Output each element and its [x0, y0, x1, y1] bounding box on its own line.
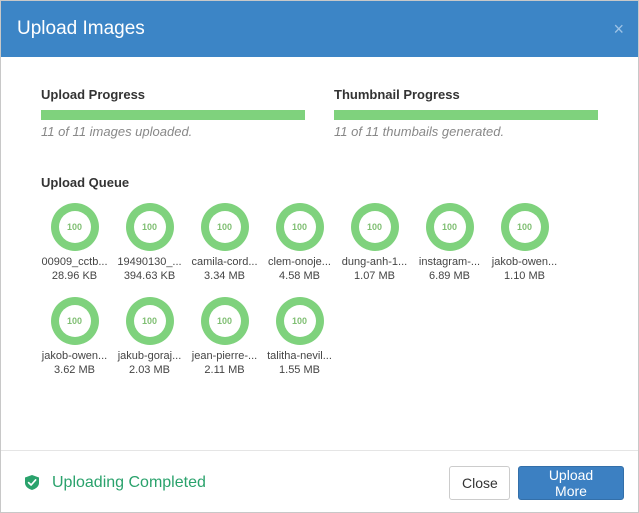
progress-ring: 100: [275, 297, 324, 345]
progress-ring-percent: 100: [58, 305, 91, 337]
file-size: 2.11 MB: [204, 364, 245, 376]
upload-queue-label: Upload Queue: [41, 175, 130, 190]
progress-ring-percent: 100: [508, 211, 541, 243]
file-size: 2.03 MB: [129, 364, 170, 376]
queue-item: 100 jakob-owen... 3.62 MB: [37, 297, 112, 376]
queue-item: 100 jean-pierre-... 2.11 MB: [187, 297, 262, 376]
file-name: camila-cord...: [191, 256, 258, 268]
file-size: 394.63 KB: [123, 270, 176, 282]
file-name: talitha-nevil...: [267, 350, 332, 362]
upload-progress-bar: [41, 110, 305, 120]
progress-ring: 100: [125, 297, 174, 345]
file-size: 1.07 MB: [354, 270, 395, 282]
progress-ring-percent: 100: [133, 305, 166, 337]
upload-more-button[interactable]: Upload More: [518, 465, 624, 500]
file-name: 19490130_...: [117, 256, 182, 268]
file-name: jakub-goraj...: [117, 350, 182, 362]
progress-ring: 100: [200, 297, 249, 345]
dialog-title: Upload Images: [17, 18, 145, 39]
queue-item: 100 19490130_... 394.63 KB: [112, 203, 187, 282]
dialog-footer: Uploading Completed Close Upload More: [1, 450, 638, 512]
progress-ring: 100: [350, 203, 399, 251]
file-name: jean-pierre-...: [191, 350, 258, 362]
progress-ring: 100: [200, 203, 249, 251]
upload-status-text: Uploading Completed: [52, 473, 206, 491]
thumbnail-progress-fill: [334, 110, 598, 120]
upload-queue: 100 00909_cctb... 28.96 KB 100 19490130_... 3…: [37, 203, 597, 391]
queue-item: 100 dung-anh-1... 1.07 MB: [337, 203, 412, 282]
queue-item: 100 clem-onoje... 4.58 MB: [262, 203, 337, 282]
progress-ring: 100: [275, 203, 324, 251]
upload-images-dialog: Upload Images × Upload Progress 11 of 11…: [0, 0, 639, 513]
upload-progress-text: 11 of 11 images uploaded.: [41, 124, 193, 139]
file-size: 28.96 KB: [51, 270, 98, 282]
file-name: 00909_cctb...: [41, 256, 108, 268]
close-button[interactable]: Close: [449, 465, 510, 500]
queue-item: 100 jakub-goraj... 2.03 MB: [112, 297, 187, 376]
progress-ring-percent: 100: [358, 211, 391, 243]
file-name: clem-onoje...: [268, 256, 331, 268]
file-name: jakob-owen...: [491, 256, 558, 268]
file-size: 6.89 MB: [429, 270, 470, 282]
dialog-body: Upload Progress 11 of 11 images uploaded…: [1, 57, 638, 391]
file-size: 4.58 MB: [279, 270, 320, 282]
progress-section: Upload Progress 11 of 11 images uploaded…: [41, 85, 598, 139]
progress-ring: 100: [500, 203, 549, 251]
upload-progress-fill: [41, 110, 305, 120]
progress-ring: 100: [425, 203, 474, 251]
thumbnail-progress-text: 11 of 11 thumbails generated.: [334, 124, 505, 139]
queue-item: 100 jakob-owen... 1.10 MB: [487, 203, 562, 282]
file-size: 3.34 MB: [204, 270, 245, 282]
progress-ring: 100: [125, 203, 174, 251]
check-shield-icon: [25, 475, 39, 490]
progress-ring-percent: 100: [283, 305, 316, 337]
progress-ring-percent: 100: [208, 211, 241, 243]
upload-status: Uploading Completed: [25, 474, 449, 492]
file-name: instagram-...: [418, 256, 481, 268]
progress-ring: 100: [50, 297, 99, 345]
thumbnail-progress-label: Thumbnail Progress: [334, 87, 460, 102]
progress-ring-percent: 100: [133, 211, 166, 243]
file-size: 3.62 MB: [54, 364, 95, 376]
progress-ring-percent: 100: [208, 305, 241, 337]
upload-progress-label: Upload Progress: [41, 87, 146, 102]
close-icon[interactable]: ×: [613, 20, 624, 38]
dialog-header: Upload Images ×: [1, 1, 638, 57]
thumbnail-progress: Thumbnail Progress 11 of 11 thumbails ge…: [334, 85, 598, 139]
upload-progress: Upload Progress 11 of 11 images uploaded…: [41, 85, 305, 139]
queue-item: 100 instagram-... 6.89 MB: [412, 203, 487, 282]
progress-ring-percent: 100: [58, 211, 91, 243]
file-size: 1.10 MB: [504, 270, 545, 282]
queue-item: 100 camila-cord... 3.34 MB: [187, 203, 262, 282]
file-name: jakob-owen...: [41, 350, 108, 362]
progress-ring-percent: 100: [433, 211, 466, 243]
queue-item: 100 talitha-nevil... 1.55 MB: [262, 297, 337, 376]
progress-ring: 100: [50, 203, 99, 251]
thumbnail-progress-bar: [334, 110, 598, 120]
file-name: dung-anh-1...: [341, 256, 408, 268]
file-size: 1.55 MB: [279, 364, 320, 376]
progress-ring-percent: 100: [283, 211, 316, 243]
queue-item: 100 00909_cctb... 28.96 KB: [37, 203, 112, 282]
